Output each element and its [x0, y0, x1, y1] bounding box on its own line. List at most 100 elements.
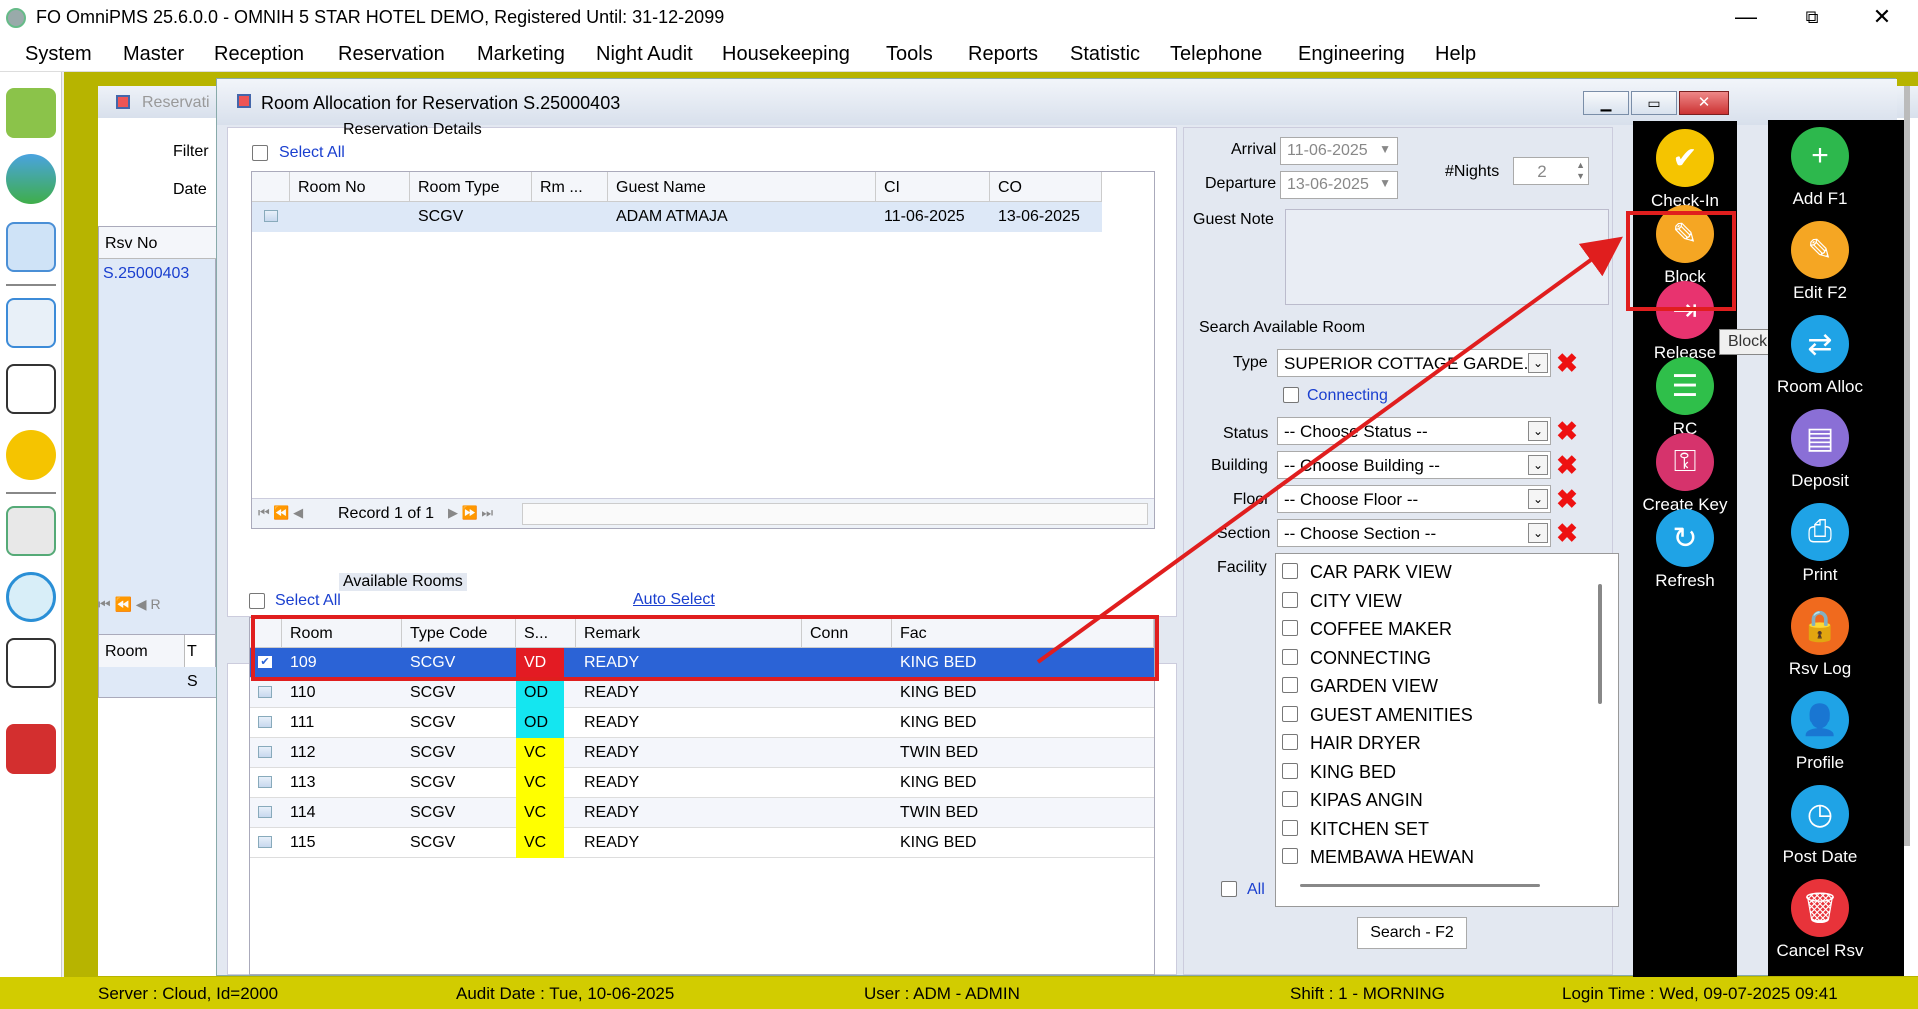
chevron-down-icon[interactable]: ⌄: [1528, 421, 1548, 441]
refresh-button[interactable]: ↻ Refresh: [1615, 509, 1755, 591]
stepper-arrows-icon[interactable]: ▲ ▼: [1576, 160, 1585, 182]
menu-reservation[interactable]: Reservation: [338, 43, 445, 66]
menu-statistic[interactable]: Statistic: [1070, 43, 1140, 66]
facility-all-checkbox[interactable]: [1221, 881, 1237, 897]
check-in-button[interactable]: ✔ Check-In: [1615, 129, 1755, 211]
create-key-button[interactable]: ⚿ Create Key: [1615, 433, 1755, 515]
menu-telephone[interactable]: Telephone: [1170, 43, 1262, 66]
calendar-2023-icon[interactable]: [6, 364, 56, 414]
table-row[interactable]: 114 SCGV VC READY TWIN BED: [250, 798, 1154, 828]
menu-reports[interactable]: Reports: [968, 43, 1038, 66]
room-type-select[interactable]: SUPERIOR COTTAGE GARDE... ⌄: [1277, 349, 1551, 377]
departure-date-picker[interactable]: 13-06-2025 ▼: [1280, 171, 1398, 199]
col-room-no[interactable]: Room No: [290, 172, 410, 202]
calendar-grid-icon[interactable]: [6, 298, 56, 348]
main-scrollbar[interactable]: [1904, 86, 1910, 846]
chevron-down-icon[interactable]: ⌄: [1528, 455, 1548, 475]
search-button[interactable]: Search - F2: [1357, 917, 1467, 949]
col-co[interactable]: CO: [990, 172, 1102, 202]
chevron-down-icon[interactable]: ⌄: [1528, 353, 1548, 373]
room-grid-row[interactable]: [99, 667, 217, 697]
facility-checkbox[interactable]: [1282, 677, 1298, 693]
post-date-button[interactable]: ◷ Post Date: [1750, 785, 1890, 867]
menu-marketing[interactable]: Marketing: [477, 43, 565, 66]
menu-night-audit[interactable]: Night Audit: [596, 43, 693, 66]
arrival-date-picker[interactable]: 11-06-2025 ▼: [1280, 137, 1398, 165]
facility-checkbox[interactable]: [1282, 848, 1298, 864]
restore-button[interactable]: ⧉: [1782, 0, 1842, 34]
floor-plan-icon[interactable]: [6, 222, 56, 272]
dialog-minimize-button[interactable]: ▁: [1583, 91, 1629, 115]
edit-f2-button[interactable]: ✎ Edit F2: [1750, 221, 1890, 303]
rooms-select-all-checkbox[interactable]: [249, 593, 265, 609]
table-row[interactable]: 115 SCGV VC READY KING BED: [250, 828, 1154, 858]
chevron-down-icon[interactable]: ⌄: [1528, 523, 1548, 543]
clear-section-icon[interactable]: ✖: [1555, 520, 1579, 546]
nav-next-last-icons[interactable]: ▶ ⏩ ⏭: [448, 505, 493, 521]
rsv-no-header[interactable]: Rsv No: [99, 227, 217, 259]
floor-select[interactable]: -- Choose Floor -- ⌄: [1277, 485, 1551, 513]
menu-master[interactable]: Master: [123, 43, 184, 66]
facility-all-label[interactable]: All: [1247, 881, 1265, 899]
rc-button[interactable]: ☰ RC: [1615, 357, 1755, 439]
col-rm[interactable]: Rm ...: [532, 172, 608, 202]
facility-checkbox[interactable]: [1282, 648, 1298, 665]
facility-checkbox[interactable]: [1282, 734, 1298, 750]
cancel-rsv-button[interactable]: 🗑 Cancel Rsv: [1750, 879, 1890, 961]
rsv-log-button[interactable]: 🔒 Rsv Log: [1750, 597, 1890, 679]
menu-engineering[interactable]: Engineering: [1298, 43, 1405, 66]
col-t-header[interactable]: T: [187, 643, 197, 661]
horizontal-scrollbar[interactable]: [522, 503, 1148, 525]
status-select[interactable]: -- Choose Status -- ⌄: [1277, 417, 1551, 445]
exit-icon[interactable]: [6, 724, 56, 774]
room-header[interactable]: Room: [99, 635, 185, 667]
room-alloc-button[interactable]: ⇄ Room Alloc: [1750, 315, 1890, 397]
walk-in-icon[interactable]: [6, 88, 56, 138]
horizontal-scrollbar[interactable]: [1300, 884, 1540, 887]
auto-select-link[interactable]: Auto Select: [633, 591, 715, 609]
dialog-close-button[interactable]: ✕: [1679, 91, 1729, 115]
section-select[interactable]: -- Choose Section -- ⌄: [1277, 519, 1551, 547]
close-button[interactable]: ✕: [1852, 0, 1912, 34]
row-checkbox[interactable]: [264, 210, 278, 222]
facility-checkbox[interactable]: [1282, 591, 1298, 608]
facility-checkbox[interactable]: [1282, 563, 1298, 579]
facility-checkbox[interactable]: [1282, 762, 1298, 779]
table-row[interactable]: 113 SCGV VC READY KING BED: [250, 768, 1154, 798]
chart-icon[interactable]: [6, 638, 56, 688]
connecting-label[interactable]: Connecting: [1307, 387, 1388, 405]
facility-checkbox[interactable]: [1282, 819, 1298, 836]
clear-status-icon[interactable]: ✖: [1555, 418, 1579, 444]
clear-type-icon[interactable]: ✖: [1555, 350, 1579, 376]
guests-icon[interactable]: [6, 154, 56, 204]
vertical-scrollbar[interactable]: [1598, 584, 1602, 704]
row-checkbox[interactable]: [258, 776, 272, 788]
res-select-all-label[interactable]: Select All: [279, 144, 345, 162]
col-ci[interactable]: CI: [876, 172, 990, 202]
row-checkbox[interactable]: [258, 836, 272, 848]
building-select[interactable]: -- Choose Building -- ⌄: [1277, 451, 1551, 479]
profile-button[interactable]: 👤 Profile: [1750, 691, 1890, 773]
menu-housekeeping[interactable]: Housekeeping: [722, 43, 850, 66]
col-room-type[interactable]: Room Type: [410, 172, 532, 202]
menu-reception[interactable]: Reception: [214, 43, 304, 66]
row-checkbox[interactable]: [258, 746, 272, 758]
clear-building-icon[interactable]: ✖: [1555, 452, 1579, 478]
facility-checkbox[interactable]: [1282, 620, 1298, 636]
nav-first-prev-icons[interactable]: ⏮ ⏪ ◀: [258, 505, 303, 521]
menu-tools[interactable]: Tools: [886, 43, 933, 66]
row-checkbox[interactable]: [258, 806, 272, 818]
row-checkbox[interactable]: [258, 686, 272, 698]
facility-checkbox[interactable]: [1282, 791, 1298, 807]
rooms-select-all-label[interactable]: Select All: [275, 592, 341, 610]
row-checkbox[interactable]: [258, 716, 272, 728]
available-icon[interactable]: [6, 430, 56, 480]
add-f1-button[interactable]: + Add F1: [1750, 127, 1890, 209]
table-row[interactable]: SCGV ADAM ATMAJA 11-06-2025 13-06-2025: [252, 202, 1102, 232]
menu-system[interactable]: System: [25, 43, 92, 66]
rsv-grid-nav[interactable]: ⏮ ⏪ ◀ R: [98, 596, 216, 620]
col-guest-name[interactable]: Guest Name: [608, 172, 876, 202]
print-button[interactable]: ⎙ Print: [1750, 503, 1890, 585]
search-analytics-icon[interactable]: [6, 572, 56, 622]
rsv-no-value[interactable]: S.25000403: [103, 265, 189, 283]
